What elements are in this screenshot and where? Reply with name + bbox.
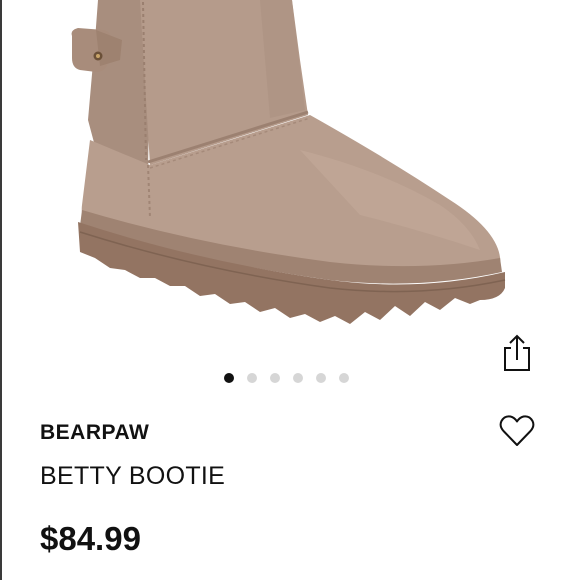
boot-illustration [71,0,506,324]
share-button[interactable] [500,333,534,373]
carousel-dot-2[interactable] [247,373,257,383]
brand-name[interactable]: BEARPAW [40,421,149,445]
product-title: BETTY BOOTIE [40,462,226,490]
image-carousel-dots [224,372,349,384]
carousel-dot-6[interactable] [339,373,349,383]
share-icon [504,334,530,371]
carousel-dot-1[interactable] [224,373,234,383]
product-price: $84.99 [40,520,141,557]
carousel-dot-5[interactable] [316,373,326,383]
carousel-dot-3[interactable] [270,373,280,383]
heart-icon [499,415,535,446]
product-image[interactable] [0,0,580,350]
favorite-button[interactable] [498,412,536,450]
carousel-dot-4[interactable] [293,373,303,383]
product-page: BEARPAW BETTY BOOTIE $84.99 [0,0,580,580]
